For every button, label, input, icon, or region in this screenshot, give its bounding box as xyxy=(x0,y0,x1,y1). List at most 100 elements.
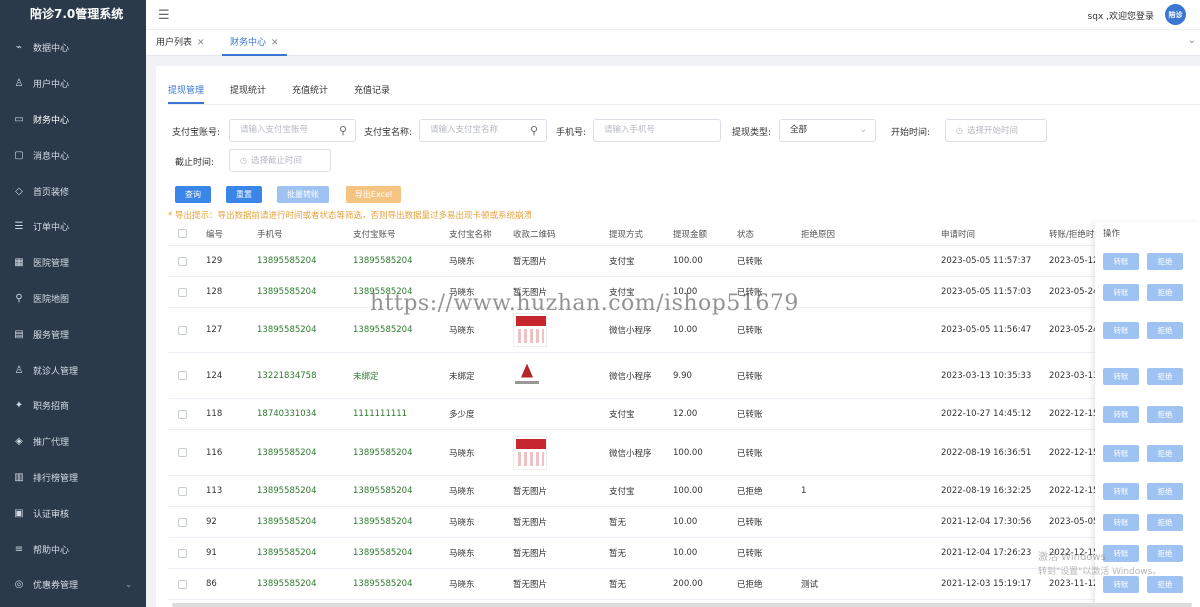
transfer-button[interactable]: 转账 xyxy=(1103,444,1139,462)
reject-button[interactable]: 拒绝 xyxy=(1147,253,1183,270)
sidebar-item[interactable]: ▢ 消息中心 xyxy=(0,137,146,173)
menu-toggle-icon[interactable]: ☰ xyxy=(158,8,170,23)
row-checkbox[interactable] xyxy=(178,256,187,266)
transfer-button[interactable]: 转账 xyxy=(1103,514,1139,531)
cell-phone: 18740331034 xyxy=(257,409,317,419)
sidebar-item[interactable]: ▥ 排行榜管理 xyxy=(0,460,146,496)
reject-button[interactable]: 拒绝 xyxy=(1147,483,1183,500)
row-checkbox[interactable] xyxy=(178,409,187,419)
sidebar-item[interactable]: ⚲ 医院地图 xyxy=(0,281,146,317)
cell-apply: 2021-12-03 15:19:17 xyxy=(941,579,1032,589)
alipay-account-input[interactable]: 请输入支付宝账号 ⚲ xyxy=(229,119,356,142)
cell-cb xyxy=(178,277,187,307)
search-icon[interactable]: ⚲ xyxy=(339,120,347,141)
sidebar-item[interactable]: ♙ 就诊人管理 xyxy=(0,352,146,388)
sidebar-item[interactable]: ♙ 用户中心 xyxy=(0,66,146,102)
select-value: 全部 xyxy=(790,125,808,135)
transfer-button[interactable]: 转账 xyxy=(1103,483,1139,500)
cell-name: 马晓东 xyxy=(449,580,475,590)
row-checkbox[interactable] xyxy=(178,325,187,335)
phone-input[interactable]: 请输入手机号 xyxy=(593,119,721,142)
cell-amount: 9.90 xyxy=(673,370,692,381)
chevron-down-icon[interactable]: ⌄ xyxy=(1188,35,1196,46)
cell-method: 暂无 xyxy=(609,549,627,559)
close-icon[interactable]: ✕ xyxy=(197,38,205,48)
row-checkbox[interactable] xyxy=(178,287,187,297)
alipay-name-input[interactable]: 请输入支付宝名称 ⚲ xyxy=(419,119,547,142)
transfer-button[interactable]: 转账 xyxy=(1103,322,1139,339)
export-excel-button[interactable]: 导出Excel xyxy=(346,186,401,203)
sidebar-item[interactable]: ✦ 职务招商 xyxy=(0,388,146,424)
tab-finance-center[interactable]: 财务中心 ✕ xyxy=(222,30,287,56)
table-row: 124 13221834758 未绑定 未绑定 微信小程序 9.90 已转账 2023-03-… xyxy=(168,353,1200,399)
cell-account: 未绑定 xyxy=(353,371,379,382)
start-time-picker[interactable]: ◷ 选择开始时间 xyxy=(945,119,1047,142)
transfer-button[interactable]: 转账 xyxy=(1103,406,1139,423)
sidebar-item[interactable]: ☰ 订单中心 xyxy=(0,209,146,245)
row-checkbox[interactable] xyxy=(178,517,187,527)
sidebar-item[interactable]: ◈ 推广代理 xyxy=(0,424,146,460)
sidebar-item[interactable]: ⌁ 数据中心 xyxy=(0,30,146,66)
reject-button[interactable]: 拒绝 xyxy=(1147,367,1183,385)
cell-phone: 13895585204 xyxy=(257,287,317,297)
sidebar-item[interactable]: ▤ 服务管理 xyxy=(0,316,146,352)
cell-amount: 10.00 xyxy=(673,287,698,297)
row-checkbox[interactable] xyxy=(178,579,187,589)
transfer-button[interactable]: 转账 xyxy=(1103,545,1139,562)
query-button[interactable]: 查询 xyxy=(175,186,211,203)
reject-button[interactable]: 拒绝 xyxy=(1147,514,1183,531)
reject-button[interactable]: 拒绝 xyxy=(1147,444,1183,462)
transfer-button[interactable]: 转账 xyxy=(1103,253,1139,270)
select-all-checkbox[interactable] xyxy=(178,229,187,238)
cell-reason: 1 xyxy=(801,486,807,496)
end-time-picker[interactable]: ◷ 选择截止时间 xyxy=(229,149,331,172)
sidebar-item-label: 服务管理 xyxy=(33,330,70,341)
subtab-withdraw-stats[interactable]: 提现统计 xyxy=(230,82,266,104)
subtab-recharge-stats[interactable]: 充值统计 xyxy=(292,82,328,104)
tab-label: 用户列表 xyxy=(156,38,193,48)
cell-qr: 暂无图片 xyxy=(513,518,548,528)
cell-phone: 13221834758 xyxy=(257,370,317,381)
transfer-button[interactable]: 转账 xyxy=(1103,576,1139,593)
cell-qr xyxy=(513,353,541,398)
cell-transfer: 2022-12-15 xyxy=(1049,409,1099,419)
subtab-withdraw-manage[interactable]: 提现管理 xyxy=(168,82,205,104)
cell-name: 多少度 xyxy=(449,410,475,420)
sidebar-item[interactable]: ◎ 优惠券管理 ⌄ xyxy=(0,567,146,603)
transfer-button[interactable]: 转账 xyxy=(1103,367,1139,385)
help-icon: ≡ xyxy=(14,543,24,555)
reject-button[interactable]: 拒绝 xyxy=(1147,322,1183,339)
sidebar-item[interactable]: ▭ 财务中心 xyxy=(0,102,146,138)
sidebar-item[interactable]: ▦ 医院管理 xyxy=(0,245,146,281)
cell-cb xyxy=(178,476,187,506)
cell-status: 已转账 xyxy=(737,518,763,528)
input-placeholder: 请输入支付宝名称 xyxy=(430,125,499,135)
reject-button[interactable]: 拒绝 xyxy=(1147,545,1183,562)
cell-name: 马晓东 xyxy=(449,549,475,559)
row-checkbox[interactable] xyxy=(178,486,187,496)
reject-button[interactable]: 拒绝 xyxy=(1147,406,1183,423)
batch-transfer-button[interactable]: 批量转账 xyxy=(277,186,329,203)
cell-phone: 13895585204 xyxy=(257,256,317,266)
search-icon[interactable]: ⚲ xyxy=(530,120,538,141)
verify-icon: ▣ xyxy=(14,507,24,519)
close-icon[interactable]: ✕ xyxy=(271,38,279,48)
row-checkbox[interactable] xyxy=(178,371,187,380)
sidebar-item[interactable]: ▣ 认证审核 xyxy=(0,495,146,531)
withdraw-type-select[interactable]: 全部 ⌄ xyxy=(779,119,876,142)
reject-button[interactable]: 拒绝 xyxy=(1147,576,1183,593)
row-checkbox[interactable] xyxy=(178,548,187,558)
subtab-recharge-records[interactable]: 充值记录 xyxy=(354,82,390,104)
sidebar-item[interactable]: ≡ 帮助中心 xyxy=(0,531,146,567)
avatar[interactable]: 陪诊 xyxy=(1165,4,1186,25)
coupon-icon: ◎ xyxy=(14,579,24,591)
transfer-button[interactable]: 转账 xyxy=(1103,284,1139,301)
row-checkbox[interactable] xyxy=(178,448,187,457)
reject-button[interactable]: 拒绝 xyxy=(1147,284,1183,301)
reset-button[interactable]: 重置 xyxy=(226,186,262,203)
sidebar-item[interactable]: ◇ 首页装修 xyxy=(0,173,146,209)
tab-user-list[interactable]: 用户列表 ✕ xyxy=(148,30,213,56)
qr-code-image xyxy=(513,435,547,470)
cell-name: 马晓东 xyxy=(449,448,475,459)
horizontal-scrollbar[interactable] xyxy=(172,603,1192,607)
